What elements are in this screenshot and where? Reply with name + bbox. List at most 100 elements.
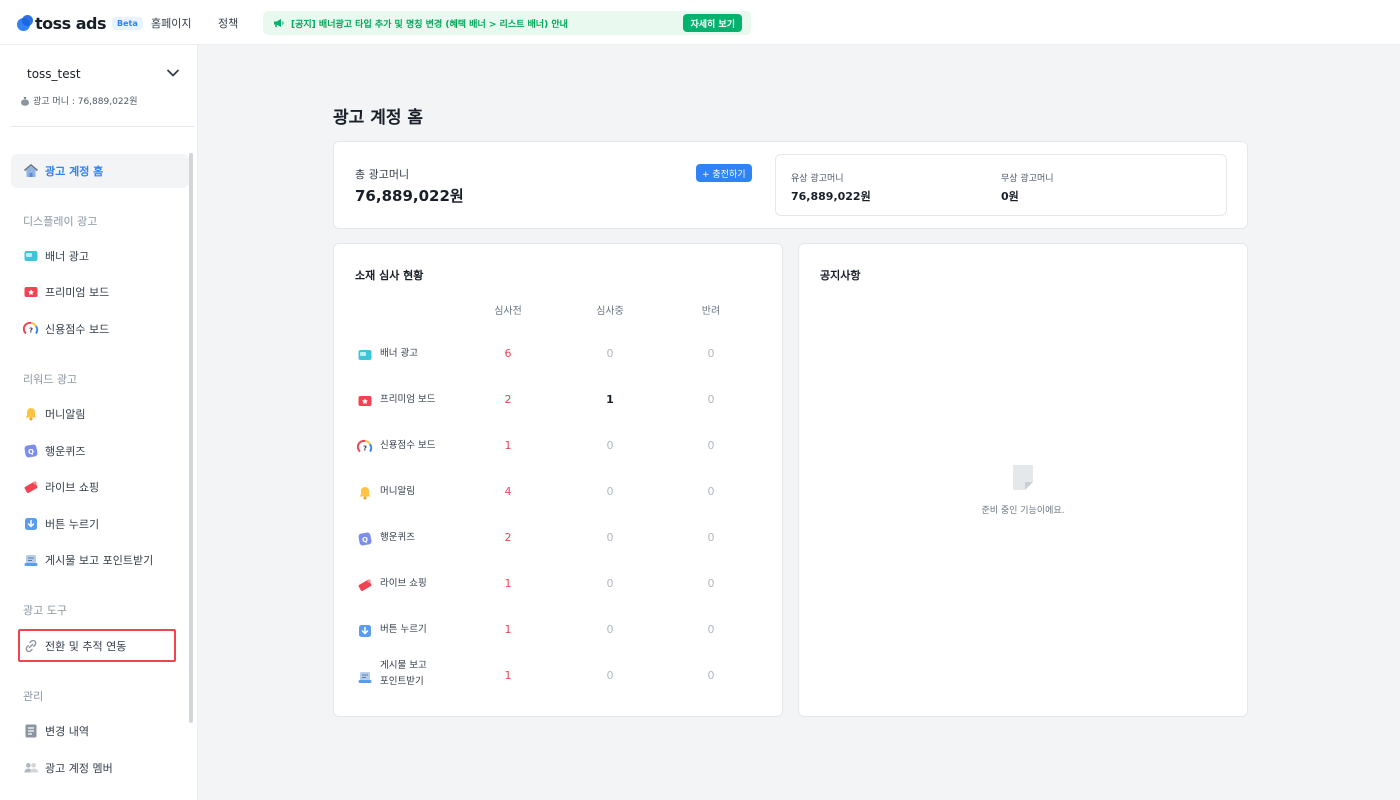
rejected-count: 0 [707,393,715,406]
table-row[interactable]: 라이브 쇼핑 1 0 0 [334,564,782,604]
toss-ads-logo[interactable]: toss ads Beta [17,13,143,33]
column-header-rejected: 반려 [701,306,721,317]
scroll-icon [357,669,373,685]
history-document-icon [23,723,39,739]
bell-icon [357,485,373,501]
sidebar-item-label: 광고 계정 멤버 [45,762,113,775]
ad-money-summary-card: 총 광고머니 76,889,022원 + 충전하기 유상 광고머니 76,889… [333,141,1248,229]
empty-state-text: 준비 중인 기능이에요. [981,506,1065,516]
row-label-line-2: 포인트받기 [380,676,424,687]
row-label: 행운퀴즈 [380,532,415,543]
chevron-down-icon[interactable] [166,68,180,78]
sidebar-item-live-shopping[interactable]: 라이브 쇼핑 [11,470,189,504]
notice-text: [공지] 배너광고 타입 추가 및 명칭 변경 (혜택 배너 > 리스트 배너)… [291,20,568,30]
in-review-count: 0 [606,531,614,544]
sidebar-item-credit-board[interactable]: ? 신용점수 보드 [11,312,189,346]
sidebar-item-label: 라이브 쇼핑 [45,481,100,494]
money-bag-icon [21,96,29,106]
section-title-display: 디스플레이 광고 [23,215,98,228]
sidebar-item-banner-ad[interactable]: 배너 광고 [11,239,189,273]
ad-money-breakdown: 유상 광고머니 76,889,022원 무상 광고머니 0원 [775,154,1227,216]
table-row[interactable]: ? 신용점수 보드 1 0 0 [334,426,782,466]
charge-button[interactable]: + 충전하기 [696,164,752,182]
row-label: 머니알림 [380,486,415,497]
live-ticket-icon [357,577,373,593]
pending-count: 1 [504,577,512,590]
notice-title: 공지사항 [820,269,861,282]
pending-count: 2 [504,531,512,544]
sidebar-item-account-members[interactable]: 광고 계정 멤버 [11,751,189,785]
column-header-pending: 심사전 [494,306,522,317]
row-label: 신용점수 보드 [380,440,436,451]
review-status-card: 소재 심사 현황 심사전 심사중 반려 배너 광고 6 0 0 프리미엄 보드 … [333,243,783,717]
paid-ad-money-value: 76,889,022원 [791,190,871,203]
sidebar-item-money-alarm[interactable]: 머니알림 [11,397,189,431]
scroll-icon [23,552,39,568]
svg-text:Q: Q [28,448,34,456]
table-row[interactable]: Q 행운퀴즈 2 0 0 [334,518,782,558]
rejected-count: 0 [707,485,715,498]
banner-icon [357,347,373,363]
review-status-title: 소재 심사 현황 [355,269,424,282]
members-icon [23,760,39,776]
in-review-count: 1 [606,393,614,406]
pending-count: 1 [504,669,512,682]
pending-count: 6 [504,347,512,360]
sidebar-item-label: 버튼 누르기 [45,518,100,531]
sidebar-item-label: 머니알림 [45,408,86,421]
table-row[interactable]: 배너 광고 6 0 0 [334,334,782,374]
sidebar: toss_test 광고 머니 : 76,889,022원 광고 계정 홈 디스… [0,45,198,800]
ad-money-balance: 광고 머니 : 76,889,022원 [20,94,138,107]
sidebar-scrollbar[interactable] [189,153,193,723]
sidebar-item-change-history[interactable]: 변경 내역 [11,714,189,748]
nav-policy-link[interactable]: 정책 [218,15,238,31]
row-label: 버튼 누르기 [380,624,427,635]
quiz-icon: Q [23,443,39,459]
sidebar-item-label: 행운퀴즈 [45,445,86,458]
press-button-icon [357,623,373,639]
rejected-count: 0 [707,669,715,682]
rejected-count: 0 [707,439,715,452]
notice-card: 공지사항 준비 중인 기능이에요. [798,243,1248,717]
sidebar-item-view-post-points[interactable]: 게시물 보고 포인트받기 [11,543,189,577]
megaphone-icon [274,19,284,28]
svg-text:?: ? [363,445,367,453]
live-ticket-icon [23,479,39,495]
press-button-icon [23,516,39,532]
rejected-count: 0 [707,623,715,636]
sidebar-item-lucky-quiz[interactable]: Q 행운퀴즈 [11,434,189,468]
row-label: 라이브 쇼핑 [380,578,427,589]
table-row[interactable]: 버튼 누르기 1 0 0 [334,610,782,650]
row-label: 배너 광고 [380,348,418,359]
svg-text:?: ? [29,327,33,335]
table-row[interactable]: 프리미엄 보드 2 1 0 [334,380,782,420]
pending-count: 1 [504,439,512,452]
divider [11,126,194,127]
table-row[interactable]: 게시물 보고 포인트받기 1 0 0 [334,656,782,696]
selection-highlight-box [18,629,176,662]
beta-badge: Beta [112,16,143,30]
credit-score-icon: ? [23,321,39,337]
banner-icon [23,248,39,264]
bell-icon [23,406,39,422]
sidebar-item-button-press[interactable]: 버튼 누르기 [11,507,189,541]
svg-text:Q: Q [362,536,368,544]
pending-count: 4 [504,485,512,498]
in-review-count: 0 [606,623,614,636]
sidebar-item-label: 배너 광고 [45,250,89,263]
page-title: 광고 계정 홈 [333,108,424,128]
nav-homepage-link[interactable]: 홈페이지 [151,15,191,31]
sidebar-item-label: 신용점수 보드 [45,323,110,336]
table-row[interactable]: 머니알림 4 0 0 [334,472,782,512]
free-ad-money-value: 0원 [1001,190,1019,203]
paid-ad-money-label: 유상 광고머니 [791,174,844,184]
sidebar-item-premium-board[interactable]: 프리미엄 보드 [11,275,189,309]
pending-count: 2 [504,393,512,406]
toss-logo-icon [17,15,33,31]
row-label: 프리미엄 보드 [380,394,436,405]
logo-text: toss ads [35,13,107,33]
empty-document-icon [1013,465,1033,490]
account-name[interactable]: toss_test [27,67,81,81]
sidebar-item-home[interactable]: 광고 계정 홈 [11,154,189,188]
notice-details-button[interactable]: 자세히 보기 [683,14,742,32]
